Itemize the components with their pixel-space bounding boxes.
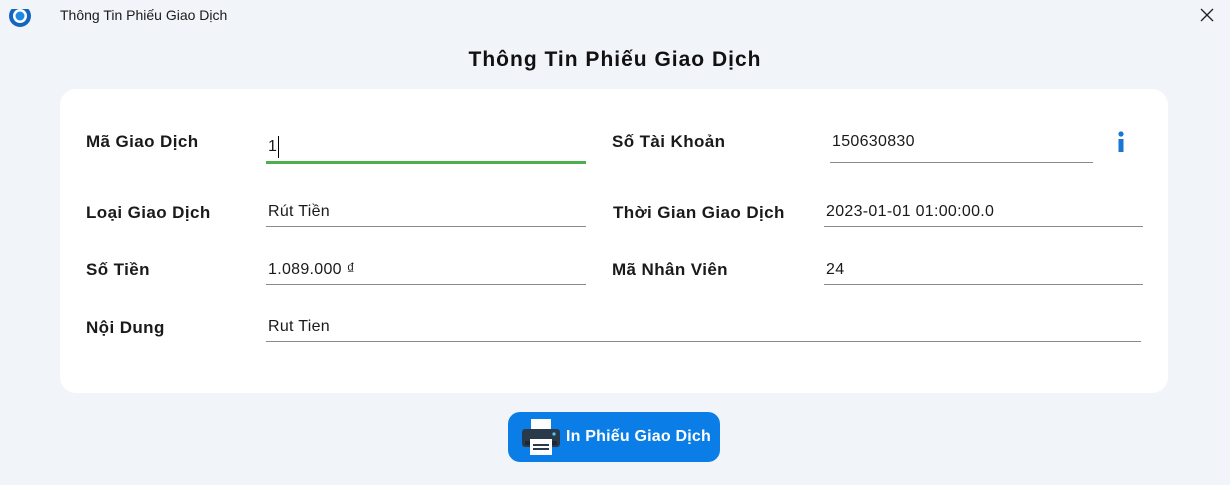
window-title: Thông Tin Phiếu Giao Dịch: [60, 7, 228, 23]
ma-giao-dich-value: 1: [268, 138, 278, 155]
ma-giao-dich-label: Mã Giao Dịch: [86, 132, 199, 151]
loai-giao-dich-input[interactable]: Rút Tiền: [266, 201, 586, 227]
ma-nhan-vien-input[interactable]: 24: [824, 259, 1143, 285]
noi-dung-label: Nội Dung: [86, 318, 165, 337]
info-icon[interactable]: [1114, 130, 1128, 154]
noi-dung-input[interactable]: Rut Tien: [266, 316, 1141, 342]
loai-giao-dich-value: Rút Tiền: [268, 203, 330, 220]
page-title: Thông Tin Phiếu Giao Dịch: [468, 48, 762, 71]
thoi-gian-giao-dich-label: Thời Gian Giao Dịch: [613, 203, 785, 222]
thoi-gian-giao-dich-input[interactable]: 2023-01-01 01:00:00.0: [824, 201, 1143, 227]
so-tien-label: Số Tiền: [86, 260, 150, 279]
text-caret: [278, 136, 280, 158]
so-tai-khoan-label: Số Tài Khoản: [612, 132, 726, 151]
ma-giao-dich-input[interactable]: 1: [266, 132, 586, 164]
ma-nhan-vien-label: Mã Nhân Viên: [612, 260, 728, 279]
app-logo-icon: [5, 3, 35, 29]
print-receipt-label: In Phiếu Giao Dịch: [566, 428, 711, 445]
so-tien-value: 1.089.000 ₫: [268, 261, 356, 278]
so-tien-input[interactable]: 1.089.000 ₫: [266, 259, 586, 285]
so-tai-khoan-value: 150630830: [832, 133, 915, 150]
print-receipt-button[interactable]: In Phiếu Giao Dịch: [508, 412, 720, 462]
loai-giao-dich-label: Loại Giao Dịch: [86, 203, 211, 222]
ma-nhan-vien-value: 24: [826, 261, 845, 278]
so-tai-khoan-input[interactable]: 150630830: [830, 133, 1093, 163]
title-bar: Thông Tin Phiếu Giao Dịch: [0, 0, 1230, 32]
thoi-gian-giao-dich-value: 2023-01-01 01:00:00.0: [826, 203, 995, 220]
close-icon: [1200, 8, 1214, 22]
printer-icon: [522, 419, 560, 455]
noi-dung-value: Rut Tien: [268, 318, 330, 335]
close-button[interactable]: [1184, 0, 1230, 30]
